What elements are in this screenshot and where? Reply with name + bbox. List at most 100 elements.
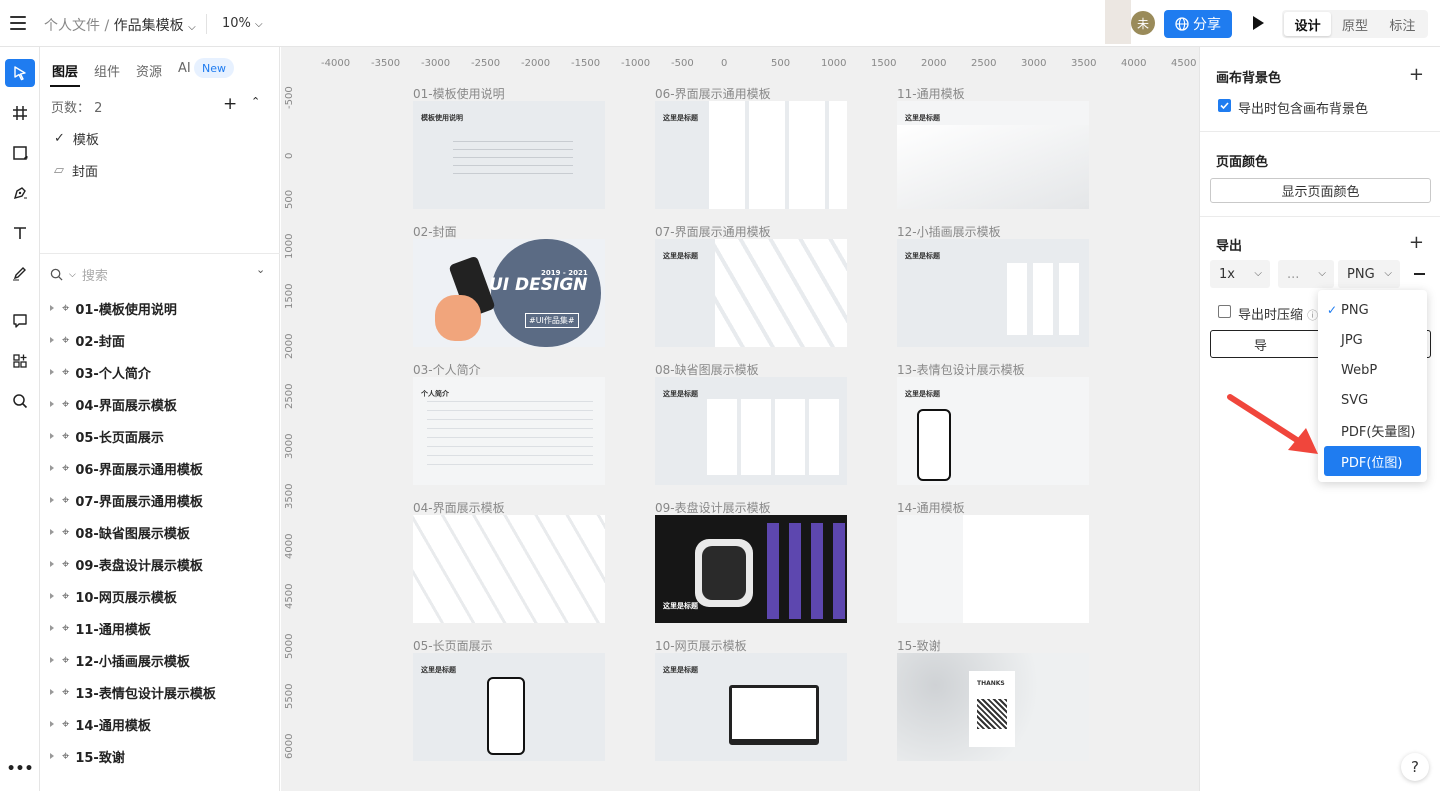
layer-row[interactable]: ⌖ 11-通用模板 xyxy=(50,616,270,640)
info-icon[interactable]: ⓘ xyxy=(1307,309,1318,322)
export-suffix-select[interactable]: ... ⌵ xyxy=(1278,260,1334,288)
search-tool-icon[interactable] xyxy=(5,387,35,415)
layer-row[interactable]: ⌖ 08-缺省图展示模板 xyxy=(50,520,270,544)
play-icon[interactable] xyxy=(1253,16,1264,30)
comment-tool-icon[interactable] xyxy=(5,307,35,335)
pen-tool-icon[interactable] xyxy=(5,179,35,207)
expand-caret-icon[interactable] xyxy=(50,433,54,439)
main-menu-icon[interactable] xyxy=(10,13,30,33)
format-option[interactable]: ✓ PNG xyxy=(1318,295,1427,325)
compress-checkbox[interactable] xyxy=(1218,305,1231,318)
artboard-label[interactable]: 09-表盘设计展示模板 xyxy=(655,499,771,516)
artboard[interactable]: 个人简介 xyxy=(413,377,605,485)
help-button[interactable]: ? xyxy=(1401,753,1429,781)
artboard-label[interactable]: 01-模板使用说明 xyxy=(413,85,505,102)
page-item-cover[interactable]: ▱ 封面 xyxy=(54,161,98,180)
artboard-label[interactable]: 06-界面展示通用模板 xyxy=(655,85,771,102)
artboard-label[interactable]: 03-个人简介 xyxy=(413,361,481,378)
breadcrumb-parent[interactable]: 个人文件 / xyxy=(44,18,109,34)
add-export-icon[interactable]: + xyxy=(1409,234,1424,252)
artboard[interactable]: 这里是标题 xyxy=(655,515,847,623)
artboard[interactable]: 这里是标题 xyxy=(655,101,847,209)
artboard[interactable]: 这里是标题 xyxy=(897,101,1089,209)
artboard-label[interactable]: 05-长页面展示 xyxy=(413,637,493,654)
format-option[interactable]: PDF(矢量图) xyxy=(1318,415,1427,445)
canvas[interactable]: -4000 -3500 -3000 -2500 -2000 -1500 -1000 -500 0… xyxy=(281,47,1199,791)
expand-caret-icon[interactable] xyxy=(50,753,54,759)
expand-caret-icon[interactable] xyxy=(50,689,54,695)
tab-layers[interactable]: 图层 xyxy=(52,61,78,80)
artboard-label[interactable]: 10-网页展示模板 xyxy=(655,637,747,654)
more-icon[interactable]: ••• xyxy=(5,755,35,783)
artboard-label[interactable]: 04-界面展示模板 xyxy=(413,499,505,516)
tab-ai[interactable]: AI xyxy=(178,61,191,76)
layer-row[interactable]: ⌖ 07-界面展示通用模板 xyxy=(50,488,270,512)
artboard-label[interactable]: 14-通用模板 xyxy=(897,499,965,516)
expand-caret-icon[interactable] xyxy=(50,593,54,599)
layer-row[interactable]: ⌖ 01-模板使用说明 xyxy=(50,296,270,320)
expand-caret-icon[interactable] xyxy=(50,337,54,343)
show-page-color-button[interactable]: 显示页面颜色 xyxy=(1210,178,1431,203)
layer-row[interactable]: ⌖ 15-致谢 xyxy=(50,744,270,768)
artboard[interactable]: 这里是标题 xyxy=(897,377,1089,485)
artboard-label[interactable]: 12-小插画展示模板 xyxy=(897,223,1001,240)
artboard-label[interactable]: 08-缺省图展示模板 xyxy=(655,361,759,378)
artboard[interactable]: 模板使用说明 xyxy=(413,101,605,209)
artboard[interactable] xyxy=(413,515,605,623)
layer-row[interactable]: ⌖ 14-通用模板 xyxy=(50,712,270,736)
artboard[interactable] xyxy=(897,515,1089,623)
export-scale-select[interactable]: 1x ⌵ xyxy=(1210,260,1270,288)
remove-export-icon[interactable] xyxy=(1414,273,1425,275)
avatar[interactable]: 未 xyxy=(1131,11,1155,35)
artboard[interactable]: 这里是标题 xyxy=(655,377,847,485)
page-item-template[interactable]: ✓ 模板 xyxy=(54,129,99,148)
expand-caret-icon[interactable] xyxy=(50,497,54,503)
artboard[interactable]: 这里是标题 xyxy=(655,653,847,761)
expand-caret-icon[interactable] xyxy=(50,465,54,471)
expand-caret-icon[interactable] xyxy=(50,529,54,535)
rectangle-tool-icon[interactable] xyxy=(5,139,35,167)
expand-caret-icon[interactable] xyxy=(50,721,54,727)
tab-assets[interactable]: 资源 xyxy=(136,61,162,80)
include-bg-checkbox[interactable] xyxy=(1218,99,1231,112)
export-format-select[interactable]: PNG ⌵ xyxy=(1338,260,1400,288)
format-option[interactable]: PDF(位图) xyxy=(1324,446,1421,476)
artboard-label[interactable]: 15-致谢 xyxy=(897,637,941,654)
chevron-down-icon[interactable]: ⌵ xyxy=(188,22,196,33)
format-option[interactable]: JPG xyxy=(1318,325,1427,355)
zoom-selector[interactable]: 10% ⌵ xyxy=(222,16,263,31)
expand-caret-icon[interactable] xyxy=(50,657,54,663)
expand-caret-icon[interactable] xyxy=(50,561,54,567)
layer-row[interactable]: ⌖ 10-网页展示模板 xyxy=(50,584,270,608)
layer-row[interactable]: ⌖ 05-长页面展示 xyxy=(50,424,270,448)
share-button[interactable]: 分享 xyxy=(1164,10,1232,38)
format-option[interactable]: SVG xyxy=(1318,385,1427,415)
expand-caret-icon[interactable] xyxy=(50,625,54,631)
layer-row[interactable]: ⌖ 02-封面 xyxy=(50,328,270,352)
plugins-icon[interactable] xyxy=(5,347,35,375)
expand-caret-icon[interactable] xyxy=(50,369,54,375)
artboard-label[interactable]: 13-表情包设计展示模板 xyxy=(897,361,1025,378)
layer-row[interactable]: ⌖ 13-表情包设计展示模板 xyxy=(50,680,270,704)
pencil-tool-icon[interactable] xyxy=(5,259,35,287)
layer-row[interactable]: ⌖ 04-界面展示模板 xyxy=(50,392,270,416)
artboard[interactable]: 2019 - 2021 UI DESIGN #UI作品集# xyxy=(413,239,605,347)
file-name[interactable]: 作品集模板 xyxy=(114,18,184,34)
layer-row[interactable]: ⌖ 06-界面展示通用模板 xyxy=(50,456,270,480)
artboard[interactable]: 这里是标题 xyxy=(413,653,605,761)
collapse-all-icon[interactable]: ⌄ xyxy=(256,263,265,276)
artboard-label[interactable]: 07-界面展示通用模板 xyxy=(655,223,771,240)
chevron-up-icon[interactable]: ⌃ xyxy=(251,95,260,108)
text-tool-icon[interactable] xyxy=(5,219,35,247)
artboard[interactable]: 这里是标题 xyxy=(897,239,1089,347)
layer-row[interactable]: ⌖ 09-表盘设计展示模板 xyxy=(50,552,270,576)
layer-row[interactable]: ⌖ 03-个人简介 xyxy=(50,360,270,384)
expand-caret-icon[interactable] xyxy=(50,401,54,407)
add-page-icon[interactable]: + xyxy=(223,94,237,114)
frame-tool-icon[interactable] xyxy=(5,99,35,127)
add-icon[interactable]: + xyxy=(1409,66,1424,84)
tab-components[interactable]: 组件 xyxy=(94,61,120,80)
artboard-label[interactable]: 02-封面 xyxy=(413,223,457,240)
artboard-label[interactable]: 11-通用模板 xyxy=(897,85,965,102)
layer-row[interactable]: ⌖ 12-小插画展示模板 xyxy=(50,648,270,672)
